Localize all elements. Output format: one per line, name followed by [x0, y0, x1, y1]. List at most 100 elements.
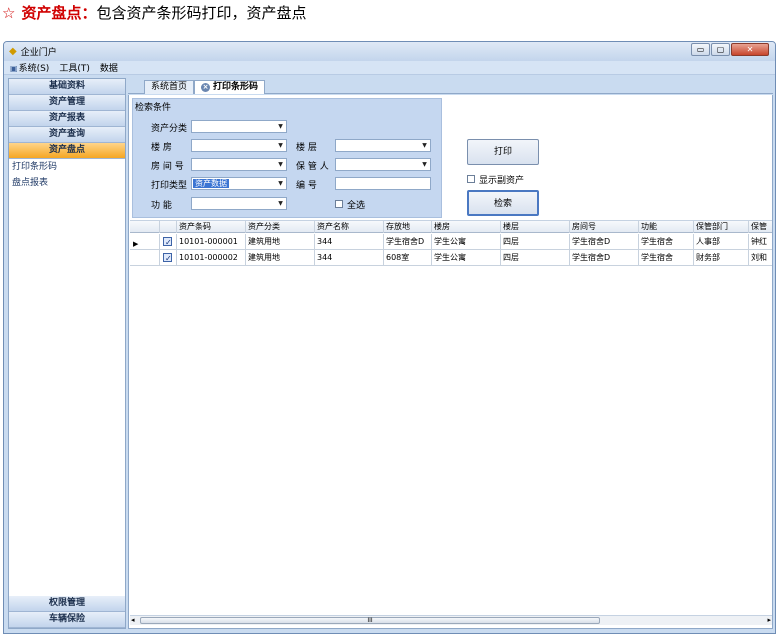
cell-category[interactable]: 建筑用地	[246, 250, 315, 265]
menu-data[interactable]: 数据	[100, 61, 118, 74]
system-menu-icon: ▣	[10, 64, 18, 73]
nav-asset-inventory[interactable]: 资产盘点	[9, 143, 125, 159]
keeper-select[interactable]: ▼	[335, 158, 431, 171]
cell-keeper[interactable]: 钟红	[749, 234, 772, 249]
sidebar-bottom: 权限管理 车辆保险	[9, 596, 125, 628]
column-header[interactable]: 功能	[639, 221, 694, 233]
cell-location[interactable]: 608室	[384, 250, 432, 265]
column-header[interactable]: 资产分类	[246, 221, 315, 233]
cell-code[interactable]: 10101-000002	[177, 250, 246, 265]
tab-home[interactable]: 系统首页	[144, 80, 195, 94]
room-select[interactable]: ▼	[191, 158, 287, 171]
cell-building[interactable]: 学生公寓	[432, 250, 501, 265]
cell-location[interactable]: 学生宿舍D	[384, 234, 432, 249]
column-header[interactable]: 楼房	[432, 221, 501, 233]
cell-building[interactable]: 学生公寓	[432, 234, 501, 249]
row-selector[interactable]	[130, 250, 160, 265]
column-header[interactable]: 楼层	[501, 221, 570, 233]
minimize-button[interactable]: ▭	[691, 43, 710, 56]
maximize-button[interactable]: ▢	[711, 43, 730, 56]
menu-bar: ▣系统(S) 工具(T) 数据	[4, 61, 775, 75]
floor-label: 楼 层	[296, 143, 317, 153]
header-checkbox-column	[160, 221, 177, 233]
cell-function[interactable]: 学生宿舍	[639, 234, 694, 249]
chevron-down-icon: ▼	[278, 180, 283, 187]
window-title: 企业门户	[20, 48, 57, 58]
print-type-select[interactable]: 资产数据 ▼	[191, 177, 287, 190]
column-header[interactable]: 保管	[749, 221, 772, 233]
print-type-value: 资产数据	[193, 179, 229, 188]
chevron-down-icon: ▼	[278, 123, 283, 130]
cell-function[interactable]: 学生宿舍	[639, 250, 694, 265]
chevron-down-icon: ▼	[278, 161, 283, 168]
select-all-checkbox[interactable]	[335, 200, 343, 208]
caption-heading: 资产盘点：	[21, 4, 97, 22]
row-pointer-icon: ▶	[133, 240, 139, 248]
column-header[interactable]: 房间号	[570, 221, 639, 233]
nav-vehicle-insurance[interactable]: 车辆保险	[9, 612, 125, 628]
star-icon: ☆	[2, 4, 16, 22]
nav-asset-reports[interactable]: 资产报表	[9, 111, 125, 127]
cell-dept[interactable]: 财务部	[694, 250, 749, 265]
header-selector	[130, 221, 160, 233]
title-bar: ◆ 企业门户 ▭ ▢ ✕	[4, 42, 775, 61]
show-sub-assets-label: 显示副资产	[479, 176, 525, 186]
chevron-down-icon: ▼	[278, 142, 283, 149]
app-window: ◆ 企业门户 ▭ ▢ ✕ ▣系统(S) 工具(T) 数据 基础资料 资产管理 资…	[3, 41, 776, 634]
nav-asset-management[interactable]: 资产管理	[9, 95, 125, 111]
cell-category[interactable]: 建筑用地	[246, 234, 315, 249]
cell-name[interactable]: 344	[315, 250, 384, 265]
tab-print-barcode-label: 打印条形码	[213, 82, 259, 92]
print-button[interactable]: 打印	[467, 139, 539, 165]
cell-room[interactable]: 学生宿舍D	[570, 234, 639, 249]
scroll-right-icon[interactable]: ▸	[767, 616, 771, 624]
floor-select[interactable]: ▼	[335, 139, 431, 152]
number-label: 编 号	[296, 181, 317, 191]
row-checkbox[interactable]	[163, 251, 172, 265]
cell-keeper[interactable]: 刘和	[749, 250, 772, 265]
scroll-thumb[interactable]: III	[140, 617, 600, 624]
cell-name[interactable]: 344	[315, 234, 384, 249]
row-selector[interactable]: ▶	[130, 234, 160, 249]
category-label: 资产分类	[151, 124, 188, 134]
room-label: 房 间 号	[151, 162, 184, 172]
main-area: 系统首页 × 打印条形码 检索条件 资产分类 ▼ 楼 房 ▼ 楼 层 ▼ 房 间 …	[128, 78, 773, 629]
row-checkbox[interactable]	[163, 235, 172, 249]
row-checkbox-cell	[160, 250, 177, 265]
cell-code[interactable]: 10101-000001	[177, 234, 246, 249]
tab-close-icon[interactable]: ×	[201, 83, 210, 92]
menu-tools[interactable]: 工具(T)	[59, 61, 90, 74]
grid-header: 资产条码 资产分类 资产名称 存放地 楼房 楼层 房间号 功能 保管部门 保管	[130, 221, 772, 233]
sidebar-item-print-barcode[interactable]: 打印条形码	[9, 159, 125, 175]
column-header[interactable]: 资产条码	[177, 221, 246, 233]
table-row[interactable]: ▶ 10101-000001 建筑用地 344 学生宿舍D 学生公寓 四层 学生…	[130, 234, 772, 250]
number-input[interactable]	[335, 177, 431, 190]
asset-grid: 资产条码 资产分类 资产名称 存放地 楼房 楼层 房间号 功能 保管部门 保管 …	[130, 220, 772, 615]
sidebar-item-inventory-report[interactable]: 盘点报表	[9, 175, 125, 191]
cell-dept[interactable]: 人事部	[694, 234, 749, 249]
show-sub-assets-checkbox[interactable]	[467, 175, 475, 183]
cell-floor[interactable]: 四层	[501, 250, 570, 265]
function-select[interactable]: ▼	[191, 197, 287, 210]
scroll-left-icon[interactable]: ◂	[131, 616, 135, 624]
column-header[interactable]: 存放地	[384, 221, 432, 233]
nav-basic-data[interactable]: 基础资料	[9, 79, 125, 95]
nav-asset-query[interactable]: 资产查询	[9, 127, 125, 143]
building-select[interactable]: ▼	[191, 139, 287, 152]
column-header[interactable]: 保管部门	[694, 221, 749, 233]
table-row[interactable]: 10101-000002 建筑用地 344 608室 学生公寓 四层 学生宿舍D…	[130, 250, 772, 266]
cell-floor[interactable]: 四层	[501, 234, 570, 249]
building-label: 楼 房	[151, 143, 172, 153]
column-header[interactable]: 资产名称	[315, 221, 384, 233]
page-caption: ☆ 资产盘点：包含资产条形码打印，资产盘点	[2, 2, 306, 24]
horizontal-scrollbar[interactable]: ◂ III ▸	[130, 615, 772, 625]
tab-print-barcode[interactable]: × 打印条形码	[194, 80, 266, 94]
chevron-down-icon: ▼	[422, 161, 427, 168]
nav-permission-management[interactable]: 权限管理	[9, 596, 125, 612]
cell-room[interactable]: 学生宿舍D	[570, 250, 639, 265]
menu-system[interactable]: ▣系统(S)	[10, 61, 49, 74]
category-select[interactable]: ▼	[191, 120, 287, 133]
search-button[interactable]: 检索	[467, 190, 539, 216]
close-button[interactable]: ✕	[731, 43, 769, 56]
select-all-label: 全选	[347, 201, 366, 211]
